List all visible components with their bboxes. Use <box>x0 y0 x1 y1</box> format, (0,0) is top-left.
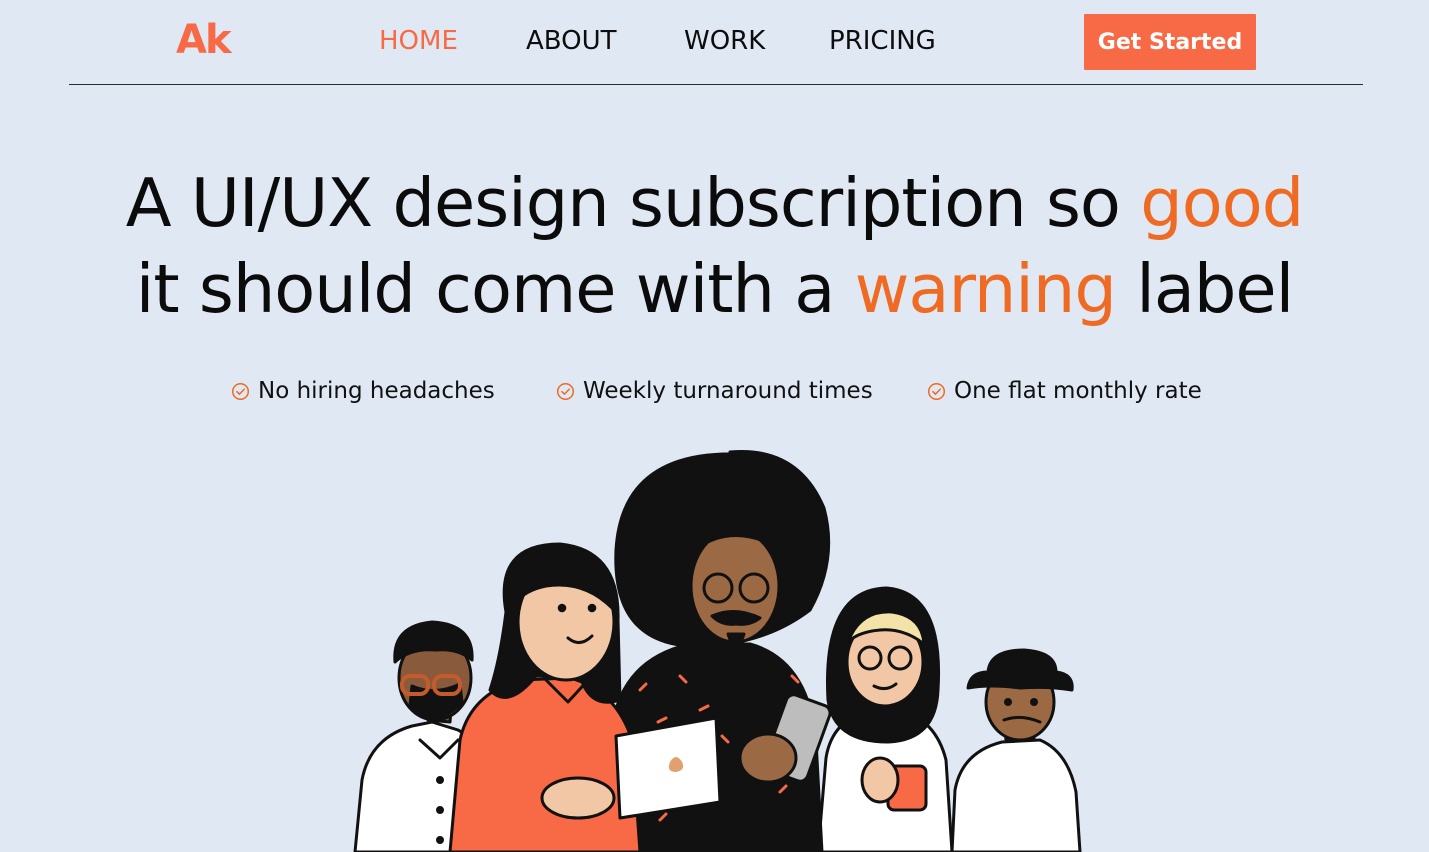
nav-link-home[interactable]: HOME <box>379 22 458 60</box>
check-circle-icon <box>927 382 946 400</box>
feature-item: No hiring headaches <box>231 378 495 404</box>
headline-highlight-good: good <box>1140 164 1304 242</box>
nav-link-work[interactable]: WORK <box>684 22 765 60</box>
feature-label: Weekly turnaround times <box>583 378 873 404</box>
team-illustration <box>353 449 1082 852</box>
landing-page: Ak HOME ABOUT WORK PRICING Get Started A… <box>0 0 1429 852</box>
headline-text: it should come with a <box>135 250 855 328</box>
feature-item: Weekly turnaround times <box>556 378 873 404</box>
check-circle-icon <box>231 382 250 400</box>
person-right-hat <box>950 648 1082 852</box>
headline-line-2: it should come with a warning label <box>135 250 1295 328</box>
hero-headline: A UI/UX design subscription so good it s… <box>0 160 1429 332</box>
feature-list: No hiring headaches Weekly turnaround ti… <box>0 378 1429 412</box>
nav-link-pricing[interactable]: PRICING <box>829 22 936 60</box>
nav-link-about[interactable]: ABOUT <box>526 22 617 60</box>
get-started-button[interactable]: Get Started <box>1084 14 1256 70</box>
person-hijab <box>816 586 954 852</box>
check-circle-icon <box>556 382 575 400</box>
brand-logo[interactable]: Ak <box>176 14 232 66</box>
headline-highlight-warning: warning <box>854 250 1117 328</box>
nav-divider <box>69 84 1363 85</box>
headline-line-1: A UI/UX design subscription so good <box>125 164 1305 242</box>
feature-item: One flat monthly rate <box>927 378 1202 404</box>
headline-text: label <box>1115 250 1294 328</box>
feature-label: One flat monthly rate <box>954 378 1202 404</box>
headline-text: A UI/UX design subscription so <box>125 164 1141 242</box>
feature-label: No hiring headaches <box>258 378 495 404</box>
